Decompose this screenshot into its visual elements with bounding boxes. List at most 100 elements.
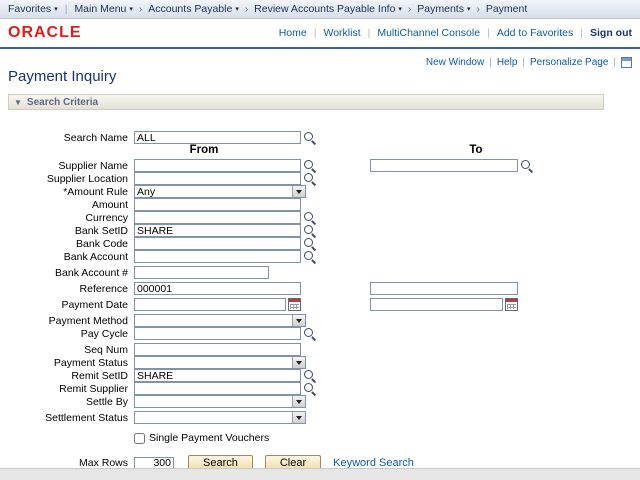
bank-code-input[interactable] (134, 237, 301, 250)
oracle-logo: ORACLE (8, 24, 82, 42)
remit-setid-input[interactable] (134, 369, 301, 382)
breadcrumb-separator: › (245, 4, 248, 15)
label-payment-status: Payment Status (8, 357, 134, 369)
multichannel-console-link[interactable]: MultiChannel Console (377, 27, 480, 39)
settle-by-select[interactable] (134, 395, 306, 408)
amount-rule-select[interactable]: Any (134, 185, 306, 198)
divider: | (368, 27, 371, 39)
bank-account-number-input[interactable] (134, 266, 269, 279)
label-remit-supplier: Remit Supplier (8, 383, 134, 395)
breadcrumb-main-menu[interactable]: Main Menu▾ (74, 3, 132, 15)
page-action-links: New Window | Help | Personalize Page | (426, 57, 632, 68)
search-name-input[interactable] (134, 131, 301, 144)
chevron-down-icon: ▾ (54, 5, 58, 13)
horizontal-scrollbar[interactable] (0, 468, 640, 480)
bank-account-input[interactable] (134, 250, 301, 263)
label-bank-account: Bank Account (8, 251, 134, 263)
breadcrumb-favorites[interactable]: Favorites▾ (8, 3, 58, 15)
chevron-down-icon: ▾ (235, 5, 239, 13)
down-arrow-icon (292, 396, 305, 407)
label-bank-code: Bank Code (8, 238, 134, 250)
sign-out-link[interactable]: Sign out (590, 27, 632, 39)
to-column-header: To (370, 144, 582, 158)
from-column-header: From (134, 144, 274, 158)
breadcrumb-separator: › (476, 4, 479, 15)
label-supplier-name: Supplier Name (8, 160, 134, 172)
supplier-name-to-input[interactable] (370, 159, 518, 172)
breadcrumb-current[interactable]: Payment (486, 3, 527, 15)
label-payment-date: Payment Date (8, 299, 134, 311)
search-name-lookup-icon[interactable] (303, 131, 316, 144)
supplier-name-input[interactable] (134, 159, 301, 172)
label-remit-setid: Remit SetID (8, 370, 134, 382)
seq-num-input[interactable] (134, 343, 301, 356)
help-link[interactable]: Help (497, 57, 518, 68)
payment-method-select[interactable] (134, 314, 306, 327)
label-search-name: Search Name (8, 132, 134, 144)
settlement-status-select[interactable] (134, 411, 306, 424)
label-pay-cycle: Pay Cycle (8, 328, 134, 340)
divider: | (65, 3, 68, 15)
down-arrow-icon (292, 315, 305, 326)
label-bank-setid: Bank SetID (8, 225, 134, 237)
label-reference: Reference (8, 283, 134, 295)
down-arrow-icon (292, 412, 305, 423)
collapse-triangle-icon[interactable]: ▼ (14, 98, 22, 107)
remit-supplier-lookup-icon[interactable] (303, 382, 316, 395)
label-amount-rule: *Amount Rule (8, 186, 134, 198)
breadcrumb: Favorites▾ | Main Menu▾ › Accounts Payab… (0, 0, 640, 19)
worklist-link[interactable]: Worklist (323, 27, 360, 39)
label-settlement-status: Settlement Status (8, 412, 134, 424)
pay-cycle-lookup-icon[interactable] (303, 327, 316, 340)
bank-setid-input[interactable] (134, 224, 301, 237)
add-to-favorites-link[interactable]: Add to Favorites (497, 27, 573, 39)
currency-input[interactable] (134, 211, 301, 224)
remit-setid-lookup-icon[interactable] (303, 369, 316, 382)
payment-status-select[interactable] (134, 356, 306, 369)
page-title: Payment Inquiry (8, 68, 632, 85)
supplier-location-input[interactable] (134, 172, 301, 185)
supplier-location-lookup-icon[interactable] (303, 172, 316, 185)
pay-cycle-input[interactable] (134, 327, 301, 340)
amount-input[interactable] (134, 198, 301, 211)
reference-input[interactable] (134, 282, 301, 295)
breadcrumb-payments[interactable]: Payments▾ (417, 3, 470, 15)
breadcrumb-review-ap-info[interactable]: Review Accounts Payable Info▾ (254, 3, 402, 15)
label-bank-account-number: Bank Account # (8, 267, 134, 279)
bank-setid-lookup-icon[interactable] (303, 224, 316, 237)
single-payment-vouchers-checkbox[interactable] (134, 433, 145, 444)
bank-code-lookup-icon[interactable] (303, 237, 316, 250)
payment-date-calendar-icon[interactable] (288, 298, 301, 311)
divider: | (580, 27, 583, 39)
chevron-down-icon: ▾ (398, 5, 402, 13)
breadcrumb-accounts-payable[interactable]: Accounts Payable▾ (148, 3, 239, 15)
label-currency: Currency (8, 212, 134, 224)
header-links: Home | Worklist | MultiChannel Console |… (279, 27, 632, 39)
search-criteria-form: Search Name From To Supplier Name (8, 131, 632, 472)
chevron-down-icon: ▾ (467, 5, 471, 13)
breadcrumb-separator: › (408, 4, 411, 15)
currency-lookup-icon[interactable] (303, 211, 316, 224)
search-criteria-section-header[interactable]: ▼ Search Criteria (8, 94, 604, 110)
label-payment-method: Payment Method (8, 315, 134, 327)
supplier-name-lookup-icon[interactable] (303, 159, 316, 172)
remit-supplier-input[interactable] (134, 382, 301, 395)
new-window-link[interactable]: New Window (426, 57, 484, 68)
divider: | (489, 57, 492, 68)
label-supplier-location: Supplier Location (8, 173, 134, 185)
copy-url-icon[interactable] (621, 57, 632, 68)
payment-date-to-input[interactable] (370, 298, 503, 311)
divider: | (522, 57, 525, 68)
reference-to-input[interactable] (370, 282, 518, 295)
personalize-page-link[interactable]: Personalize Page (530, 57, 608, 68)
home-link[interactable]: Home (279, 27, 307, 39)
label-amount: Amount (8, 199, 134, 211)
payment-date-input[interactable] (134, 298, 286, 311)
label-seq-num: Seq Num (8, 344, 134, 356)
supplier-name-to-lookup-icon[interactable] (520, 159, 533, 172)
payment-date-to-calendar-icon[interactable] (505, 298, 518, 311)
down-arrow-icon (292, 186, 305, 197)
page-content: New Window | Help | Personalize Page | P… (0, 49, 640, 478)
divider: | (613, 57, 616, 68)
bank-account-lookup-icon[interactable] (303, 250, 316, 263)
